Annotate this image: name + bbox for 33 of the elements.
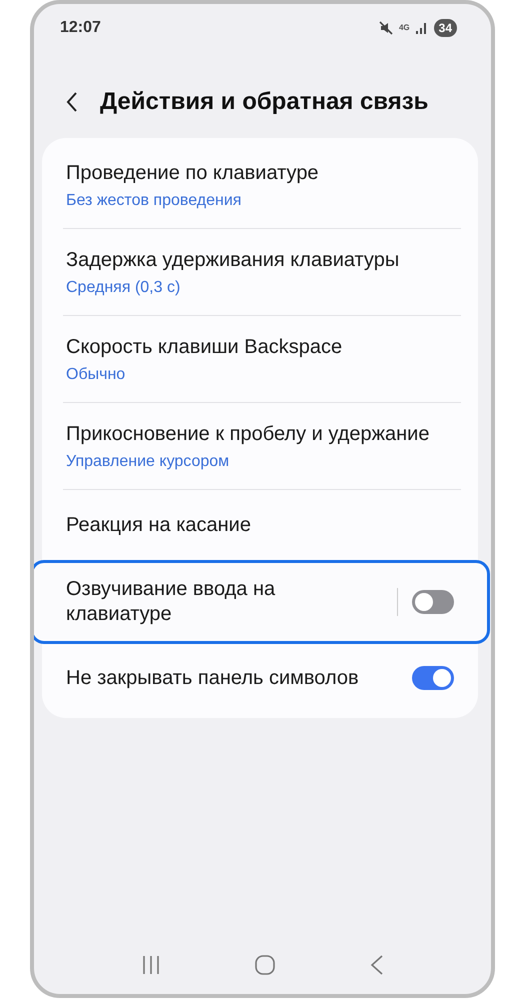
setting-title: Не закрывать панель символов: [66, 666, 360, 690]
back-nav-button[interactable]: [370, 955, 384, 975]
setting-title: Озвучивание ввода на клавиатуре: [66, 577, 276, 627]
clock-time: 12:07: [60, 19, 102, 37]
setting-row[interactable]: Не закрывать панель символов: [34, 644, 490, 712]
setting-title: Задержка удерживания клавиатуры: [66, 248, 400, 272]
network-type: 4G: [398, 24, 410, 32]
setting-row[interactable]: Проведение по клавиатуре Без жестов проведения: [34, 142, 490, 228]
setting-row[interactable]: Прикосновение к пробелу и удержание Управление курсором: [34, 403, 490, 489]
signal-icon: [416, 22, 428, 34]
setting-title: Реакция на касание: [66, 512, 252, 538]
toggle-switch[interactable]: [412, 590, 454, 614]
highlighted-setting-row[interactable]: Озвучивание ввода на клавиатуре: [34, 560, 490, 644]
back-icon: [66, 91, 78, 113]
setting-value: Без жестов проведения: [66, 192, 242, 210]
toggle-switch[interactable]: [412, 666, 454, 690]
setting-value: Управление курсором: [66, 452, 230, 470]
home-icon: [255, 955, 276, 975]
setting-title: Проведение по клавиатуре: [66, 160, 320, 186]
setting-title: Прикосновение к пробелу и удержание: [66, 422, 430, 446]
setting-row[interactable]: Задержка удерживания клавиатуры Средняя (0,3 с): [34, 229, 490, 315]
recent-apps-button[interactable]: [141, 955, 162, 975]
back-icon: [370, 955, 384, 975]
home-button[interactable]: [255, 955, 276, 975]
recent-apps-icon: [141, 955, 162, 975]
setting-title: Скорость клавиши Backspace: [66, 334, 344, 360]
page-title: Действия и обратная связь: [100, 88, 428, 116]
mute-icon: [378, 21, 393, 35]
setting-value: Средняя (0,3 с): [66, 278, 182, 296]
setting-row[interactable]: Реакция на касание: [34, 490, 490, 560]
setting-value: Обычно: [66, 366, 126, 384]
setting-row[interactable]: Скорость клавиши Backspace Обычно: [34, 316, 490, 402]
battery-level: 34: [434, 19, 457, 37]
